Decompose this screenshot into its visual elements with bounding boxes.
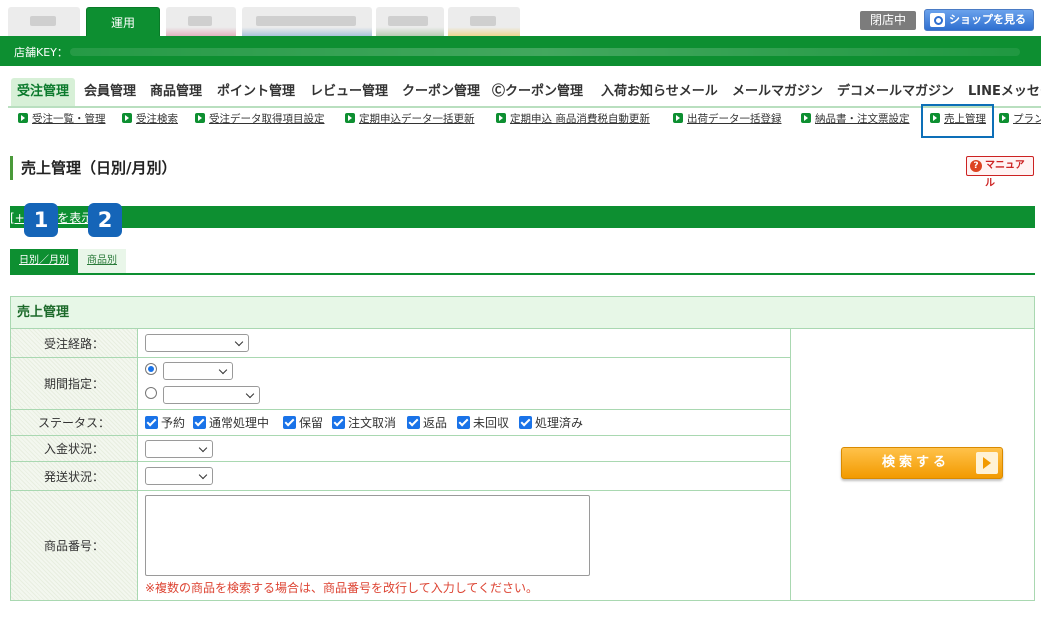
status-checkbox-uncollected[interactable]: 未回収 bbox=[457, 415, 509, 431]
menu-product-management[interactable]: 商品管理 bbox=[150, 78, 202, 106]
status-checkbox-reserved[interactable]: 予約 bbox=[145, 415, 185, 431]
status-checkbox-returned[interactable]: 返品 bbox=[407, 415, 447, 431]
row-order-route: 受注経路： bbox=[11, 329, 790, 358]
arrow-icon bbox=[345, 113, 355, 123]
row-product-number: 商品番号： ※複数の商品を検索する場合は、商品番号を改行して入力してください。 bbox=[11, 491, 790, 600]
row-payment-status: 入金状況： bbox=[11, 436, 790, 462]
status-checkbox-processing[interactable]: 通常処理中 bbox=[193, 415, 269, 431]
submenu-subscription-bulk-update[interactable]: 定期申込データ一括更新 bbox=[345, 110, 475, 128]
manual-button[interactable]: ? マニュアル bbox=[966, 156, 1034, 189]
shipping-status-select[interactable] bbox=[145, 467, 213, 485]
menu-mail-magazine[interactable]: メールマガジン bbox=[732, 78, 823, 106]
sales-search-form: 売上管理 受注経路： 期間指定： ステータス： 予約 通常処理中 保留 注文取消… bbox=[10, 296, 1035, 601]
magnifier-icon bbox=[930, 13, 945, 27]
store-key-bar: 店舗KEY： bbox=[0, 36, 1041, 66]
submenu-order-search[interactable]: 受注検索 bbox=[122, 110, 178, 128]
menu-divider bbox=[8, 106, 1041, 108]
menu-line-message[interactable]: LINEメッセー bbox=[968, 78, 1041, 106]
play-arrow-icon bbox=[976, 452, 998, 474]
product-number-textarea[interactable] bbox=[145, 495, 590, 576]
tab-blurred-5[interactable] bbox=[448, 7, 520, 36]
view-shop-button[interactable]: ショップを見る bbox=[924, 9, 1034, 31]
arrow-icon bbox=[195, 113, 205, 123]
checkbox-checked-icon bbox=[193, 416, 206, 429]
period-radio-1[interactable] bbox=[145, 363, 157, 375]
order-route-select[interactable] bbox=[145, 334, 249, 352]
store-key-value-redacted bbox=[70, 48, 1020, 56]
tab-blurred-1[interactable] bbox=[8, 7, 80, 36]
menu-deco-mail-magazine[interactable]: デコメールマガジン bbox=[837, 78, 954, 106]
step-badge-2: 2 bbox=[88, 203, 122, 237]
step-badge-1: 1 bbox=[24, 203, 58, 237]
product-number-note: ※複数の商品を検索する場合は、商品番号を改行して入力してください。 bbox=[145, 581, 538, 595]
checkbox-checked-icon bbox=[457, 416, 470, 429]
submenu-subscription-tax-update[interactable]: 定期申込 商品消費税自動更新 bbox=[496, 110, 650, 128]
menu-order-management[interactable]: 受注管理 bbox=[11, 78, 76, 106]
tab-blurred-3[interactable] bbox=[242, 7, 372, 36]
arrow-icon bbox=[999, 113, 1009, 123]
row-status: ステータス： 予約 通常処理中 保留 注文取消 返品 未回収 処理済み bbox=[11, 410, 790, 436]
store-status-badge: 閉店中 bbox=[860, 11, 916, 30]
checkbox-checked-icon bbox=[332, 416, 345, 429]
shipping-status-label: 発送状況： bbox=[11, 462, 138, 490]
tab-blurred-2[interactable] bbox=[166, 7, 236, 36]
product-number-label: 商品番号： bbox=[11, 491, 138, 600]
store-key-label: 店舗KEY： bbox=[14, 46, 68, 59]
menu-coupon-management[interactable]: クーポン管理 bbox=[402, 78, 480, 106]
arrow-icon bbox=[673, 113, 683, 123]
arrow-icon bbox=[122, 113, 132, 123]
status-checkbox-completed[interactable]: 処理済み bbox=[519, 415, 583, 431]
period-radio-2[interactable] bbox=[145, 387, 157, 399]
menu-point-management[interactable]: ポイント管理 bbox=[217, 78, 295, 106]
menu-review-management[interactable]: レビュー管理 bbox=[310, 78, 388, 106]
status-label: ステータス： bbox=[11, 410, 138, 435]
checkbox-checked-icon bbox=[145, 416, 158, 429]
tab-daily-monthly[interactable]: 日別／月別 bbox=[10, 249, 78, 273]
manual-label: マニュアル bbox=[985, 160, 1025, 189]
checkbox-checked-icon bbox=[283, 416, 296, 429]
tab-operation[interactable]: 運用 bbox=[86, 7, 160, 37]
submenu-order-data-fields[interactable]: 受注データ取得項目設定 bbox=[195, 110, 325, 128]
search-button-label: 検索する bbox=[882, 455, 951, 470]
top-tab-bar: 運用 閉店中 ショップを見る bbox=[0, 0, 1041, 37]
submenu-invoice-settings[interactable]: 納品書・注文票設定 bbox=[801, 110, 910, 128]
checkbox-checked-icon bbox=[519, 416, 532, 429]
main-menu: 受注管理 会員管理 商品管理 ポイント管理 レビュー管理 クーポン管理 Ⓒクーポ… bbox=[8, 78, 1041, 106]
checkbox-checked-icon bbox=[407, 416, 420, 429]
period-select-1[interactable] bbox=[163, 362, 233, 380]
menu-c-coupon-management[interactable]: Ⓒクーポン管理 bbox=[492, 78, 583, 106]
tab-blurred-4[interactable] bbox=[376, 7, 444, 36]
arrow-icon bbox=[496, 113, 506, 123]
tab-by-product[interactable]: 商品別 bbox=[78, 249, 126, 273]
sales-management-highlight bbox=[921, 104, 994, 138]
search-side-cell: 検索する bbox=[790, 329, 1034, 600]
row-period: 期間指定： bbox=[11, 358, 790, 410]
submenu-shipping-bulk-register[interactable]: 出荷データ一括登録 bbox=[673, 110, 782, 128]
row-shipping-status: 発送状況： bbox=[11, 462, 790, 491]
submenu-plan[interactable]: プラン bbox=[999, 110, 1041, 128]
form-heading: 売上管理 bbox=[11, 297, 1034, 329]
period-label: 期間指定： bbox=[11, 358, 138, 409]
search-button[interactable]: 検索する bbox=[841, 447, 1003, 479]
page-title: 売上管理（日別/月別） bbox=[10, 156, 176, 180]
payment-status-label: 入金状況： bbox=[11, 436, 138, 461]
arrow-icon bbox=[801, 113, 811, 123]
menu-member-management[interactable]: 会員管理 bbox=[84, 78, 136, 106]
view-shop-label: ショップを見る bbox=[949, 13, 1026, 26]
menu-restock-mail[interactable]: 入荷お知らせメール bbox=[601, 78, 718, 106]
order-route-label: 受注経路： bbox=[11, 329, 138, 357]
period-select-2[interactable] bbox=[163, 386, 260, 404]
arrow-icon bbox=[18, 113, 28, 123]
question-icon: ? bbox=[970, 160, 982, 172]
payment-status-select[interactable] bbox=[145, 440, 213, 458]
submenu-order-list[interactable]: 受注一覧・管理 bbox=[18, 110, 106, 128]
explanation-bar: [+] 説明を表示 bbox=[10, 206, 1035, 228]
status-checkbox-cancelled[interactable]: 注文取消 bbox=[332, 415, 396, 431]
view-tabs: 日別／月別 商品別 bbox=[10, 249, 1035, 275]
status-checkbox-hold[interactable]: 保留 bbox=[283, 415, 323, 431]
